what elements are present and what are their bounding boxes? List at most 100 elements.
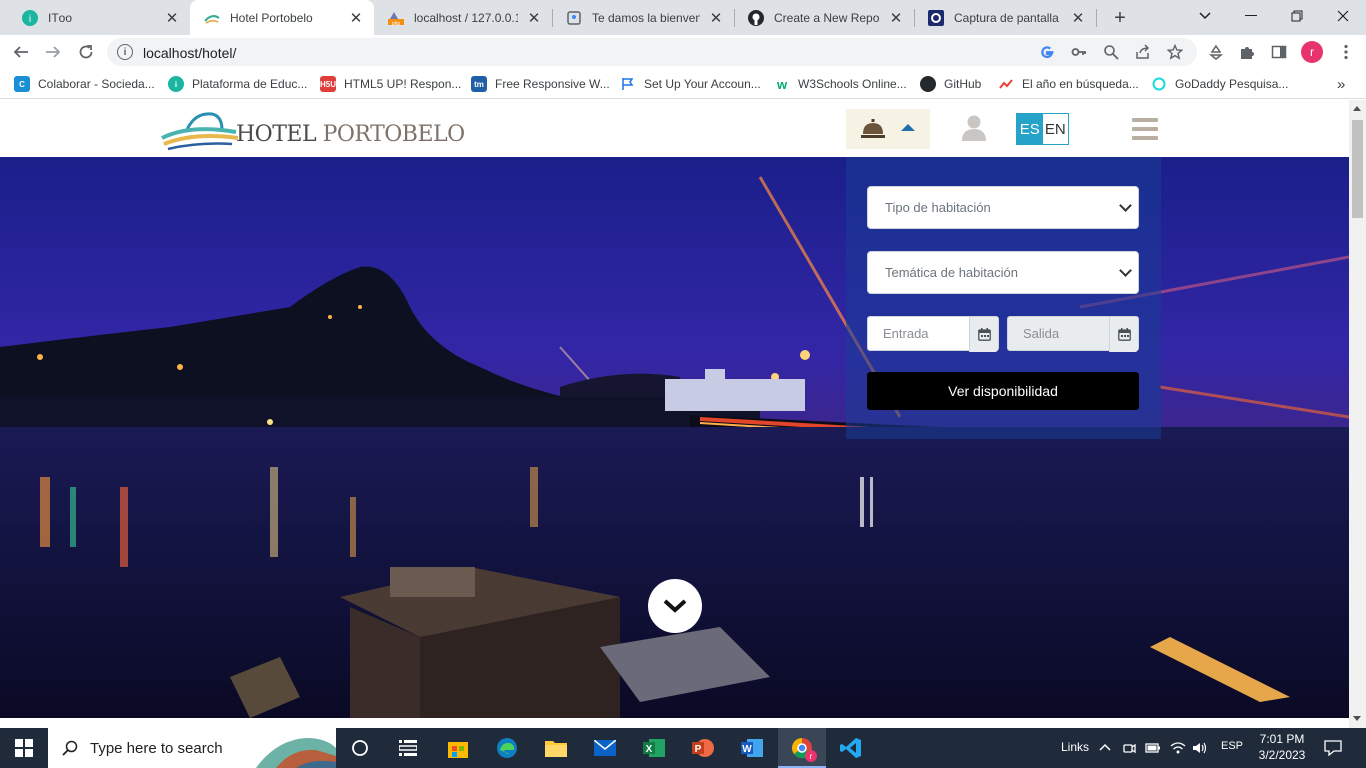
new-tab-button[interactable]: + [1108, 6, 1132, 30]
clock[interactable]: 7:01 PM 3/2/2023 [1250, 731, 1314, 765]
calendar-icon [977, 328, 991, 341]
site-info-icon[interactable]: i [117, 44, 133, 60]
bookmark-item[interactable]: El año en búsqueda... [998, 75, 1139, 93]
room-type-select[interactable]: Tipo de habitación [867, 186, 1139, 229]
reload-icon[interactable] [73, 39, 99, 65]
windows-start-icon[interactable] [12, 736, 36, 760]
room-theme-select-value: Temática de habitación [885, 265, 1018, 280]
bookmark-item[interactable]: C Colaborar - Socieda... [14, 75, 155, 93]
back-arrow-icon[interactable] [8, 39, 34, 65]
bookmark-item[interactable]: GitHub [920, 75, 981, 93]
notifications-icon[interactable] [1324, 740, 1342, 756]
close-tab-icon[interactable]: ✕ [164, 10, 180, 27]
bookmark-item[interactable]: Set Up Your Accoun... [620, 75, 761, 93]
microsoft-store-icon[interactable] [446, 736, 470, 760]
trends-chart-icon [998, 76, 1014, 92]
google-icon[interactable] [1038, 43, 1056, 61]
scroll-down-button[interactable] [648, 579, 702, 633]
close-window-icon[interactable] [1320, 0, 1366, 32]
close-tab-icon[interactable]: ✕ [526, 10, 542, 27]
profile-avatar[interactable]: r [1301, 41, 1323, 63]
chrome-taskbar-button[interactable]: r [778, 728, 826, 768]
tab-phpmyadmin[interactable]: php localhost / 127.0.0.1 / ✕ [374, 0, 552, 35]
scrollbar-thumb[interactable] [1352, 120, 1363, 218]
tab-title: Te damos la bienvenid [592, 10, 700, 25]
checkin-date-input[interactable]: Entrada [867, 316, 999, 352]
w3schools-icon: w [776, 76, 788, 92]
share-icon[interactable] [1134, 43, 1152, 61]
reservation-toggle[interactable] [846, 109, 930, 149]
chrome-profile-badge: r [805, 750, 817, 762]
recycle-extension-icon[interactable] [1203, 39, 1229, 65]
input-language-indicator[interactable]: ESP [1221, 740, 1243, 752]
close-tab-icon[interactable]: ✕ [1070, 10, 1086, 27]
side-panel-icon[interactable] [1266, 39, 1292, 65]
address-bar[interactable]: i localhost/hotel/ [107, 38, 1197, 66]
file-explorer-icon[interactable] [544, 736, 568, 760]
windows-taskbar: Type here to search X P W r Links ESP 7:… [0, 728, 1366, 768]
scroll-down-arrow-icon[interactable] [1353, 716, 1361, 721]
checkout-placeholder: Salida [1023, 326, 1060, 341]
star-icon[interactable] [1166, 43, 1184, 61]
tab-title: Hotel Portobelo [230, 10, 313, 25]
close-tab-icon[interactable]: ✕ [888, 10, 904, 27]
tab-captura[interactable]: Captura de pantalla W ✕ [914, 0, 1096, 35]
scroll-up-arrow-icon[interactable] [1353, 106, 1361, 111]
logo-wordmark: HOTEL PORTOBELO [236, 122, 465, 147]
wifi-icon[interactable] [1170, 741, 1186, 755]
key-icon[interactable] [1070, 43, 1088, 61]
booking-form-panel: Tipo de habitación Temática de habitació… [846, 157, 1161, 439]
bookmark-label: GitHub [944, 77, 982, 91]
bookmark-item[interactable]: i Plataforma de Educ... [168, 75, 307, 93]
caret-up-icon [901, 124, 915, 131]
edge-browser-icon[interactable] [495, 736, 519, 760]
close-tab-icon[interactable]: ✕ [348, 10, 364, 27]
kebab-menu-icon[interactable] [1333, 39, 1359, 65]
tab-bienvenida[interactable]: Te damos la bienvenid ✕ [552, 0, 734, 35]
user-account-icon[interactable] [960, 114, 988, 142]
excel-icon[interactable]: X [642, 736, 666, 760]
battery-icon[interactable] [1145, 742, 1161, 754]
site-header: HOTEL PORTOBELO ES EN [0, 100, 1349, 157]
tab-github[interactable]: Create a New Reposito ✕ [734, 0, 914, 35]
checkout-date-input[interactable]: Salida [1007, 316, 1139, 352]
task-view-icon[interactable] [348, 736, 372, 760]
checkout-calendar-button[interactable] [1109, 317, 1138, 352]
powerpoint-icon[interactable]: P [691, 736, 715, 760]
links-toolbar[interactable]: Links [1061, 740, 1089, 754]
bookmark-item[interactable]: GoDaddy Pesquisa... [1151, 75, 1288, 93]
page-scrollbar[interactable] [1349, 100, 1366, 728]
extensions-puzzle-icon[interactable] [1234, 39, 1260, 65]
close-tab-icon[interactable]: ✕ [708, 10, 724, 27]
bookmark-item[interactable]: tm Free Responsive W... [471, 75, 610, 93]
lang-es-button[interactable]: ES [1017, 114, 1043, 144]
meet-now-icon[interactable] [1122, 741, 1136, 755]
tab-itoo[interactable]: i ITоо ✕ [8, 0, 190, 35]
hamburger-menu-icon[interactable] [1132, 118, 1158, 142]
bookmark-item[interactable]: w W3Schools Online... [774, 75, 907, 93]
restore-icon[interactable] [1274, 0, 1320, 32]
more-bookmarks-chevron-icon[interactable]: » [1337, 75, 1345, 93]
checkin-calendar-button[interactable] [969, 317, 998, 352]
zoom-icon[interactable] [1102, 43, 1120, 61]
tab-hotel-portobelo[interactable]: Hotel Portobelo ✕ [190, 0, 374, 35]
bookmark-label: Set Up Your Accoun... [644, 77, 761, 91]
volume-icon[interactable] [1192, 741, 1208, 755]
flag-icon [620, 76, 636, 92]
word-icon[interactable]: W [740, 736, 764, 760]
chevron-up-icon[interactable] [1099, 743, 1111, 751]
hotel-logo[interactable]: HOTEL PORTOBELO [160, 108, 465, 152]
bookmark-item[interactable]: H5U HTML5 UP! Respon... [320, 75, 461, 93]
forward-arrow-icon[interactable] [40, 39, 66, 65]
mail-icon[interactable] [593, 736, 617, 760]
tab-search-chevron-icon[interactable] [1182, 0, 1228, 32]
minimize-icon[interactable] [1228, 0, 1274, 32]
vscode-icon[interactable] [839, 736, 863, 760]
widgets-icon[interactable] [396, 736, 420, 760]
room-theme-select[interactable]: Temática de habitación [867, 251, 1139, 294]
taskbar-search-box[interactable]: Type here to search [48, 728, 336, 768]
url-text[interactable]: localhost/hotel/ [143, 45, 236, 61]
lang-en-button[interactable]: EN [1042, 114, 1068, 144]
hotel-favicon-icon [204, 14, 220, 24]
check-availability-button[interactable]: Ver disponibilidad [867, 372, 1139, 410]
